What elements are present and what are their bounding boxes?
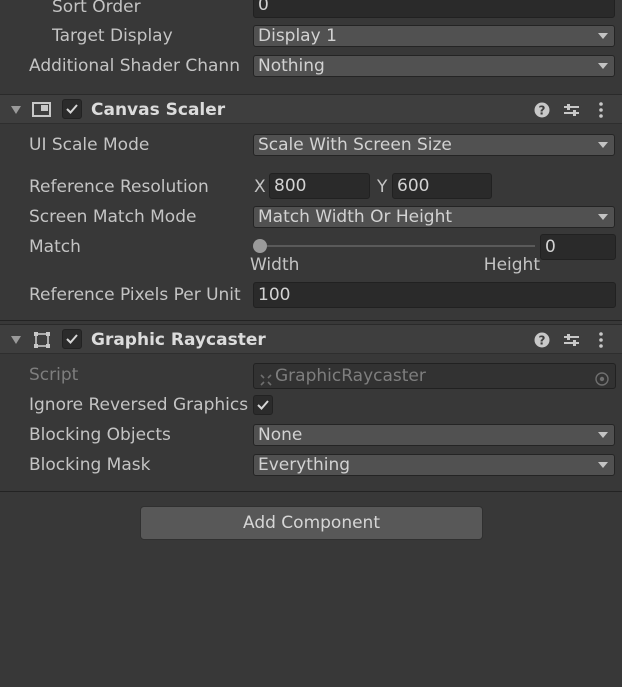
match-min-label: Width [250,255,300,275]
help-icon[interactable]: ? [534,102,550,123]
object-picker-icon[interactable] [595,369,609,388]
canvas-scaler-header[interactable]: Canvas Scaler ? [0,94,622,124]
reference-resolution-x-label: X [254,177,266,197]
ignore-reversed-label: Ignore Reversed Graphics [29,395,248,415]
rect-transform-icon [33,331,51,354]
screen-match-mode-value: Match Width Or Height [258,207,453,227]
svg-text:?: ? [539,334,546,348]
reference-resolution-y-label: Y [377,177,388,197]
chevron-down-icon [598,63,608,69]
screen-match-mode-dropdown[interactable]: Match Width Or Height [253,206,615,228]
additional-shader-label: Additional Shader Chann [29,56,240,76]
target-display-dropdown[interactable]: Display 1 [253,25,615,47]
script-label: Script [29,365,79,385]
screen-match-mode-label: Screen Match Mode [29,207,197,227]
svg-text:?: ? [539,104,546,118]
chevron-down-icon [598,432,608,438]
additional-shader-dropdown[interactable]: Nothing [253,55,615,77]
add-component-button[interactable]: Add Component [140,506,483,540]
kebab-menu-icon[interactable] [598,102,604,123]
script-field: GraphicRaycaster [253,363,616,389]
foldout-arrow-icon[interactable] [11,336,21,344]
chevron-down-icon [598,462,608,468]
chevron-down-icon [598,214,608,220]
sort-order-field[interactable]: 0 [253,0,615,18]
canvas-scaler-icon [32,101,52,124]
additional-shader-value: Nothing [258,56,325,76]
ui-scale-mode-value: Scale With Screen Size [258,135,452,155]
blocking-mask-label: Blocking Mask [29,455,151,475]
blocking-objects-value: None [258,425,303,445]
blocking-mask-value: Everything [258,455,351,475]
target-display-label: Target Display [52,26,173,46]
component-divider [0,320,622,321]
match-label: Match [29,237,81,257]
graphic-raycaster-title: Graphic Raycaster [91,330,266,350]
chevron-down-icon [598,33,608,39]
canvas-scaler-enabled-checkbox[interactable] [62,99,82,119]
reference-resolution-y-field[interactable]: 600 [392,173,492,199]
match-slider-track[interactable] [258,245,535,247]
reference-resolution-label: Reference Resolution [29,177,209,197]
match-value-field[interactable]: 0 [540,234,616,260]
help-icon[interactable]: ? [534,332,550,353]
reference-pixels-label: Reference Pixels Per Unit [29,285,241,305]
blocking-objects-label: Blocking Objects [29,425,171,445]
ignore-reversed-checkbox[interactable] [253,395,273,415]
graphic-raycaster-enabled-checkbox[interactable] [62,329,82,349]
foldout-arrow-icon[interactable] [11,106,21,114]
script-icon [259,370,273,388]
script-value: GraphicRaycaster [275,366,426,386]
blocking-objects-dropdown[interactable]: None [253,424,615,446]
canvas-scaler-title: Canvas Scaler [91,100,226,120]
presets-icon[interactable] [563,102,580,123]
kebab-menu-icon[interactable] [598,332,604,353]
ui-scale-mode-label: UI Scale Mode [29,135,150,155]
blocking-mask-dropdown[interactable]: Everything [253,454,615,476]
target-display-value: Display 1 [258,26,337,46]
component-divider [0,491,622,492]
presets-icon[interactable] [563,332,580,353]
graphic-raycaster-header[interactable]: Graphic Raycaster ? [0,324,622,354]
match-max-label: Height [483,255,540,275]
ui-scale-mode-dropdown[interactable]: Scale With Screen Size [253,134,615,156]
reference-resolution-x-field[interactable]: 800 [269,173,370,199]
chevron-down-icon [598,142,608,148]
sort-order-label: Sort Order [52,0,141,17]
reference-pixels-field[interactable]: 100 [253,282,616,308]
